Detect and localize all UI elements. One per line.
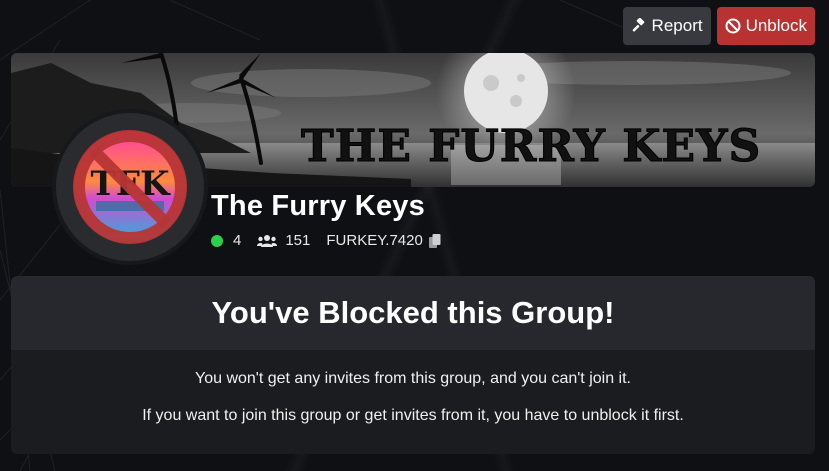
gavel-icon <box>631 18 647 34</box>
report-label: Report <box>651 16 703 35</box>
group-page: Report Unblock THE FURRY KEYS The Furry … <box>0 0 829 471</box>
blocked-message-1: You won't get any invites from this grou… <box>195 370 631 387</box>
unblock-label: Unblock <box>745 16 807 35</box>
group-meta: 4 151 FURKEY.7420 <box>211 232 441 249</box>
users-icon <box>257 234 278 248</box>
blocked-heading: You've Blocked this Group! <box>11 276 815 350</box>
group-avatar: TFK <box>56 113 204 261</box>
header-actions: Report Unblock <box>622 7 815 45</box>
banner-title: THE FURRY KEYS <box>301 121 761 172</box>
unblock-button[interactable]: Unblock <box>716 7 815 45</box>
group-code: FURKEY.7420 <box>326 232 423 249</box>
block-icon <box>725 18 741 34</box>
online-dot-icon <box>211 234 223 247</box>
report-button[interactable]: Report <box>622 7 711 45</box>
online-count: 4 <box>233 232 242 249</box>
group-name: The Furry Keys <box>211 190 425 222</box>
blocked-body: You won't get any invites from this grou… <box>11 370 815 425</box>
blocked-notice: You've Blocked this Group! You won't get… <box>11 276 815 454</box>
blocked-message-2: If you want to join this group or get in… <box>142 407 684 424</box>
copy-icon[interactable] <box>428 233 441 248</box>
member-count: 151 <box>285 232 311 249</box>
